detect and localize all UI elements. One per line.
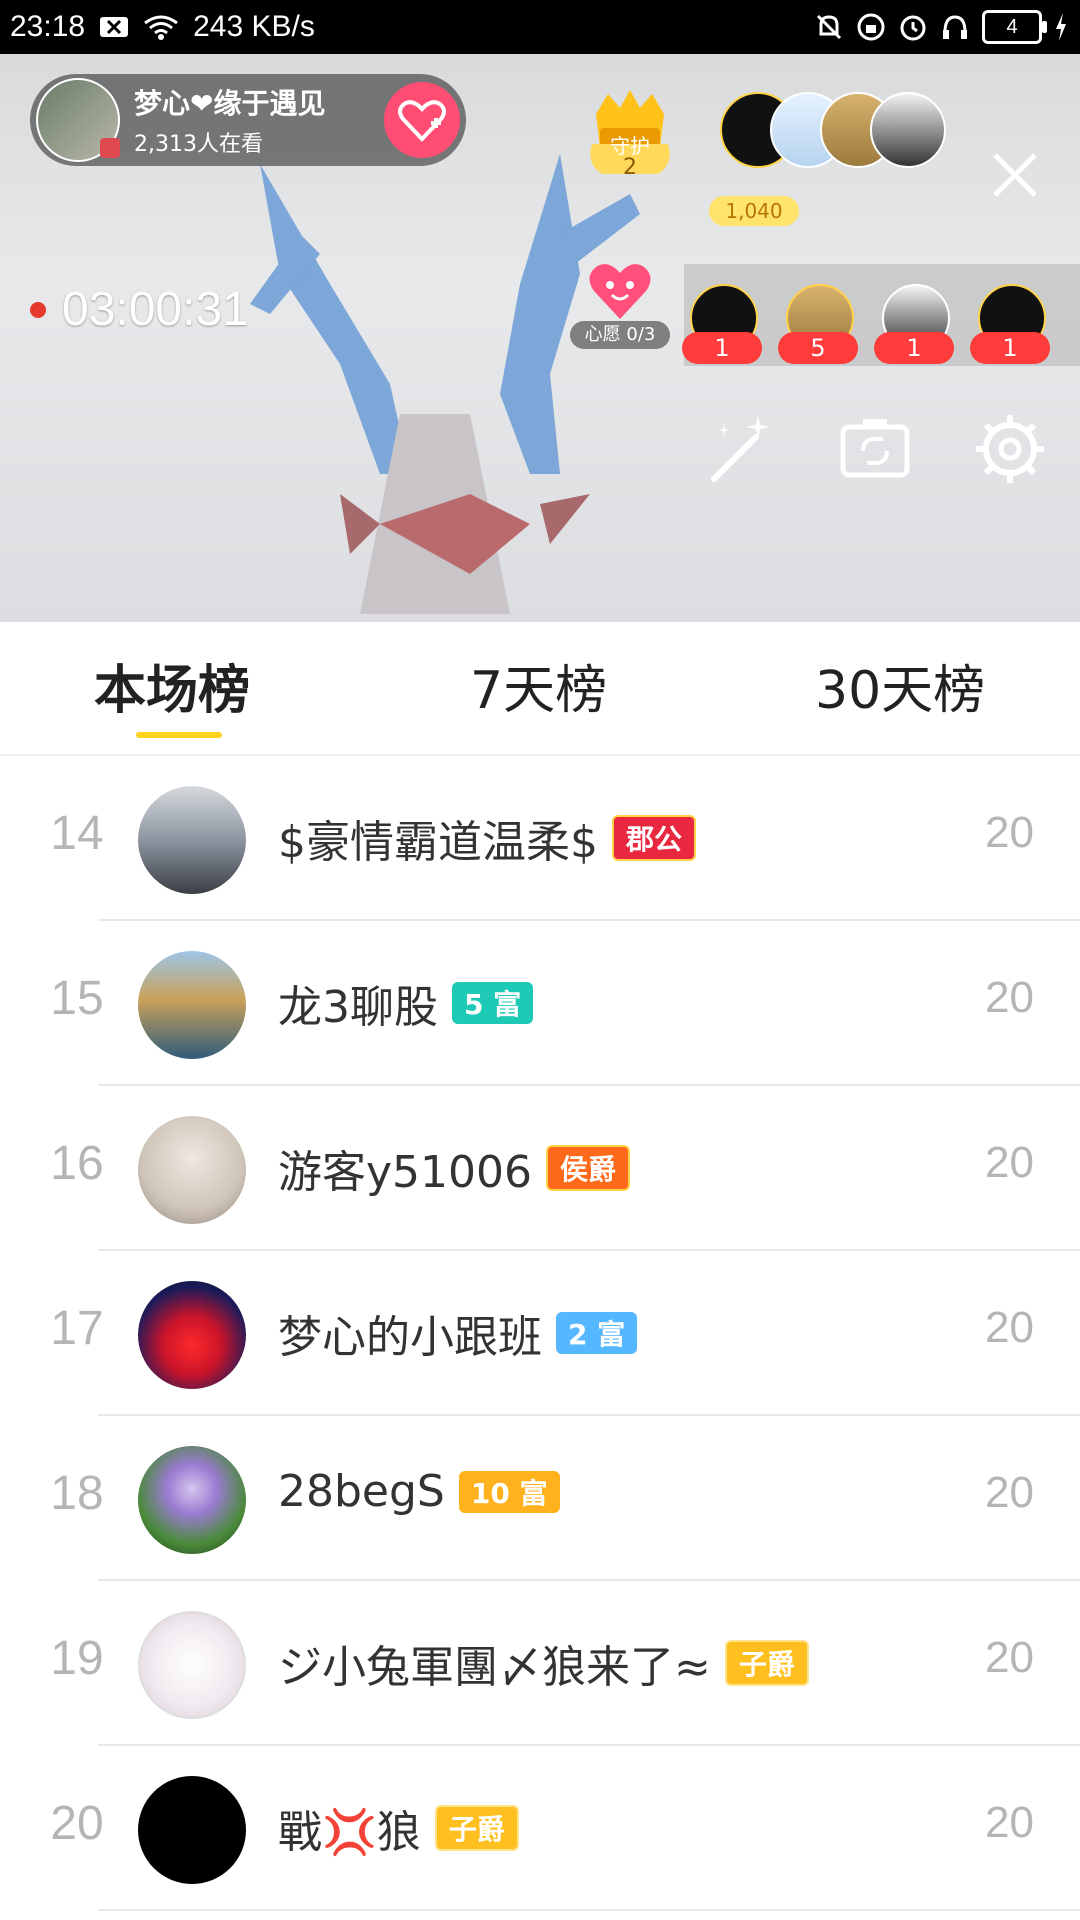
user-avatar[interactable] [138, 1776, 246, 1884]
rank-badge: 侯爵 [546, 1145, 631, 1191]
user-name: ジ小兔軍團〆狼来了≈ [278, 1642, 711, 1693]
rank-badge: 10 富 [458, 1470, 560, 1513]
row-rank: 17 [50, 1302, 104, 1355]
guard-badge[interactable]: 守护 2 [586, 84, 674, 184]
user-name: 游客y51006 [278, 1147, 533, 1198]
wish-button[interactable]: 心愿 0/3 [570, 259, 670, 353]
top-viewers[interactable] [720, 84, 950, 174]
leaderboard-row[interactable]: 17 梦心的小跟班 2 富 20 [0, 1251, 1080, 1416]
active-tab-indicator [136, 732, 222, 738]
mute-bell-icon [814, 12, 844, 42]
follow-button[interactable] [384, 82, 460, 158]
row-score: 20 [985, 1633, 1034, 1682]
leaderboard-row[interactable]: 15 龙3聊股 5 富 20 [0, 921, 1080, 1086]
rank-count: 1 [874, 332, 954, 364]
tab-current-session[interactable]: 本场榜 [94, 648, 250, 723]
row-divider [98, 1909, 1080, 1911]
charging-icon [1054, 13, 1068, 41]
viewer-count: 2,313人在看 [134, 132, 263, 157]
row-score: 20 [985, 1798, 1034, 1847]
user-name: 龙3聊股 [278, 982, 438, 1033]
user-avatar[interactable] [138, 1446, 246, 1554]
rank-badge: 5 富 [452, 982, 534, 1024]
rank-badge: 郡公 [612, 815, 697, 861]
leaderboard-row[interactable]: 14 $豪情霸道温柔$ 郡公 20 [0, 756, 1080, 921]
gift-rank-strip: 1 5 1 1 [682, 264, 1080, 368]
leaderboard-row[interactable]: 19 ジ小兔軍團〆狼来了≈ 子爵 20 [0, 1581, 1080, 1746]
rank-badge: 子爵 [434, 1805, 519, 1851]
close-button[interactable] [990, 150, 1040, 200]
user-avatar[interactable] [138, 786, 246, 894]
row-score: 20 [985, 1303, 1034, 1352]
row-rank: 18 [50, 1467, 104, 1520]
row-score: 20 [985, 973, 1034, 1022]
leaderboard-row[interactable]: 20 戰💢狼 子爵 20 [0, 1746, 1080, 1911]
host-info-pill[interactable]: 梦心❤缘于遇见 2,313人在看 [30, 74, 466, 166]
rank-badge: 2 富 [556, 1312, 638, 1354]
user-avatar[interactable] [138, 1611, 246, 1719]
settings-button[interactable] [970, 409, 1050, 489]
rank-count: 1 [970, 332, 1050, 364]
gear-icon [976, 415, 1044, 483]
battery-icon: 4 [982, 10, 1047, 44]
host-avatar[interactable] [36, 78, 120, 162]
row-rank: 15 [50, 972, 104, 1025]
wifi-icon [143, 13, 179, 41]
recording-dot [30, 302, 46, 318]
beauty-filter-button[interactable] [700, 409, 780, 489]
rank-avatar-item[interactable]: 1 [874, 284, 954, 368]
leaderboard-row[interactable]: 16 游客y51006 侯爵 20 [0, 1086, 1080, 1251]
switch-camera-button[interactable] [835, 409, 915, 489]
user-avatar[interactable] [138, 1281, 246, 1389]
guard-count: 2 [623, 155, 637, 180]
row-score: 20 [985, 1138, 1034, 1187]
leaderboard-list: 14 $豪情霸道温柔$ 郡公 20 15 龙3聊股 5 富 20 16 游客y5… [0, 756, 1080, 1920]
user-name: 梦心的小跟班 [278, 1312, 542, 1363]
rank-count: 1 [682, 332, 762, 364]
live-video-area[interactable]: 梦心❤缘于遇见 2,313人在看 守护 2 1,040 03:00:31 心愿 … [0, 54, 1080, 622]
rank-avatar-item[interactable]: 1 [970, 284, 1050, 368]
smiling-heart-icon [589, 264, 651, 319]
row-rank: 14 [50, 807, 104, 860]
leaderboard-tabs: 本场榜 7天榜 30天榜 [0, 622, 1080, 756]
user-avatar[interactable] [138, 1116, 246, 1224]
headphones-icon [940, 12, 970, 42]
row-score: 20 [985, 808, 1034, 857]
leaderboard-row[interactable]: 18 28begS 10 富 20 [0, 1416, 1080, 1581]
tab-7-days[interactable]: 7天榜 [470, 648, 607, 723]
user-avatar[interactable] [138, 951, 246, 1059]
host-name: 梦心❤缘于遇见 [134, 87, 326, 120]
heart-plus-icon [398, 100, 446, 142]
row-rank: 20 [50, 1797, 104, 1850]
magic-wand-icon [711, 415, 770, 482]
status-bar: 23:18 243 KB/s 4 [0, 0, 1080, 54]
user-name: 戰💢狼 [278, 1807, 421, 1858]
rank-avatar-item[interactable]: 5 [778, 284, 858, 368]
alarm-icon [898, 12, 928, 42]
row-rank: 16 [50, 1137, 104, 1190]
rank-count: 5 [778, 332, 858, 364]
status-time: 23:18 [10, 10, 86, 43]
coin-count: 1,040 [709, 196, 799, 226]
camera-switch-icon [840, 419, 910, 478]
user-name: 28begS [278, 1466, 445, 1517]
network-speed: 243 KB/s [193, 10, 315, 43]
rank-badge: 子爵 [724, 1640, 809, 1686]
close-icon [993, 153, 1037, 197]
row-rank: 19 [50, 1632, 104, 1685]
notification-x-icon [99, 15, 129, 39]
wish-label: 心愿 0/3 [570, 321, 670, 349]
lock-rotation-icon [856, 12, 886, 42]
user-name: $豪情霸道温柔$ [278, 817, 598, 868]
row-score: 20 [985, 1468, 1034, 1517]
live-timer: 03:00:31 [62, 283, 249, 336]
viewer-avatar[interactable] [870, 92, 946, 168]
rank-avatar-item[interactable]: 1 [682, 284, 762, 368]
tab-30-days[interactable]: 30天榜 [815, 648, 985, 723]
